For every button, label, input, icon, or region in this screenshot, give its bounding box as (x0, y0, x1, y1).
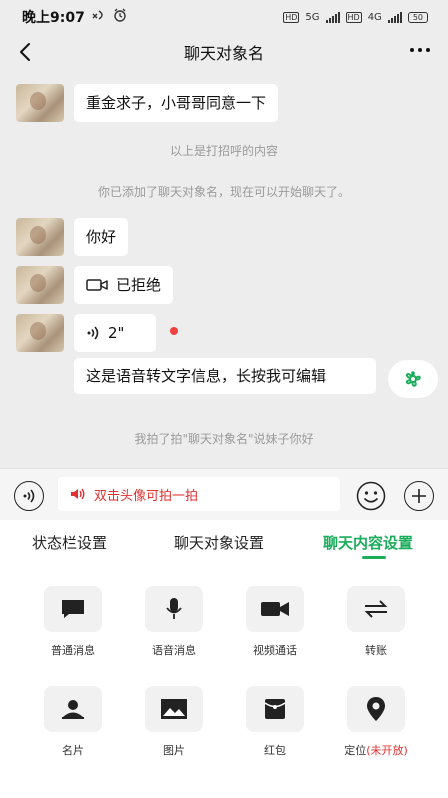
grid-item-red-packet[interactable]: 红包 (235, 686, 315, 758)
more-actions-button[interactable] (404, 481, 434, 511)
network-label-2: 4G (367, 11, 382, 23)
battery-icon: 50 (407, 11, 428, 23)
system-note: 我拍了拍"聊天对象名"说妹子你好 (134, 432, 314, 446)
hd-icon: HD (283, 11, 300, 23)
voice-wave-icon (23, 489, 35, 503)
message-icon (44, 586, 102, 632)
message-row: 2" (16, 314, 178, 352)
flower-settings-button[interactable] (388, 360, 438, 398)
system-note: 以上是打招呼的内容 (169, 144, 278, 158)
message-bubble[interactable]: 你好 (74, 218, 129, 256)
grid-item-transfer[interactable]: 转账 (336, 586, 416, 658)
chevron-left-icon (20, 43, 30, 61)
video-call-bubble[interactable]: 已拒绝 (74, 266, 174, 304)
emoji-icon (356, 481, 386, 511)
location-pin-icon (347, 686, 405, 732)
not-open-note: (未开放) (366, 744, 408, 757)
alarm-icon (113, 8, 127, 26)
video-camera-icon (86, 279, 108, 291)
tab-chat-content[interactable]: 聊天内容设置 (323, 532, 413, 553)
message-bubble[interactable]: 重金求子，小哥哥同意一下 (74, 84, 279, 122)
tab-status-bar[interactable]: 状态栏设置 (32, 532, 107, 553)
video-camera-icon (246, 586, 304, 632)
pat-hint-box[interactable]: 双击头像可拍一拍 (58, 477, 340, 511)
emoji-button[interactable] (356, 481, 386, 511)
grid-item-contact-card[interactable]: 名片 (33, 686, 113, 758)
avatar[interactable] (16, 218, 64, 256)
grid-item-location[interactable]: 定位(未开放) (336, 686, 416, 758)
grid-item-voice-message[interactable]: 语音消息 (134, 586, 214, 658)
active-tab-indicator (362, 556, 386, 559)
mute-icon (91, 9, 107, 25)
page-title: 聊天对象名 (183, 44, 264, 63)
speech-to-text-bubble[interactable]: 这是语音转文字信息，长按我可编辑 (74, 358, 376, 394)
signal-icon (325, 11, 340, 23)
status-bar: 晚上9:07 HD 5G HD 4G 50 (0, 0, 448, 34)
unread-dot (170, 327, 178, 335)
microphone-icon (145, 586, 203, 632)
flower-icon (405, 371, 421, 387)
settings-tabs: 状态栏设置 聊天对象设置 聊天内容设置 (0, 520, 448, 564)
grid-item-text-message[interactable]: 普通消息 (33, 586, 113, 658)
grid-item-image[interactable]: 图片 (134, 686, 214, 758)
back-button[interactable] (14, 40, 38, 64)
tab-chat-partner[interactable]: 聊天对象设置 (174, 532, 264, 553)
grid-item-video-call[interactable]: 视频通话 (235, 586, 315, 658)
avatar[interactable] (16, 314, 64, 352)
more-options-button[interactable] (410, 48, 430, 52)
signal-icon (387, 11, 402, 23)
speaker-icon (71, 488, 85, 500)
voice-bubble[interactable]: 2" (74, 314, 156, 352)
voice-duration: 2" (108, 324, 125, 342)
avatar[interactable] (16, 266, 64, 304)
chat-area[interactable]: 重金求子，小哥哥同意一下 以上是打招呼的内容 你已添加了聊天对象名，现在可以开始… (0, 70, 448, 468)
video-call-status: 已拒绝 (116, 276, 162, 294)
message-row: 你好 (16, 218, 129, 256)
chat-header: 聊天对象名 (0, 34, 448, 70)
voice-wave-icon (87, 326, 99, 340)
image-icon (145, 686, 203, 732)
message-row: 重金求子，小哥哥同意一下 (16, 84, 279, 122)
input-bar: 双击头像可拍一拍 (0, 468, 448, 520)
voice-input-button[interactable] (14, 481, 44, 511)
red-packet-icon (246, 686, 304, 732)
location-label: 定位 (344, 744, 367, 757)
pat-hint-text: 双击头像可拍一拍 (94, 488, 199, 504)
hd-icon: HD (345, 11, 362, 23)
network-label-1: 5G (305, 11, 320, 23)
status-time: 晚上9:07 (22, 10, 85, 26)
message-row: 已拒绝 (16, 266, 174, 304)
transfer-icon (347, 586, 405, 632)
avatar[interactable] (16, 84, 64, 122)
contact-card-icon (44, 686, 102, 732)
plus-icon (412, 489, 426, 503)
system-note: 你已添加了聊天对象名，现在可以开始聊天了。 (97, 185, 350, 199)
